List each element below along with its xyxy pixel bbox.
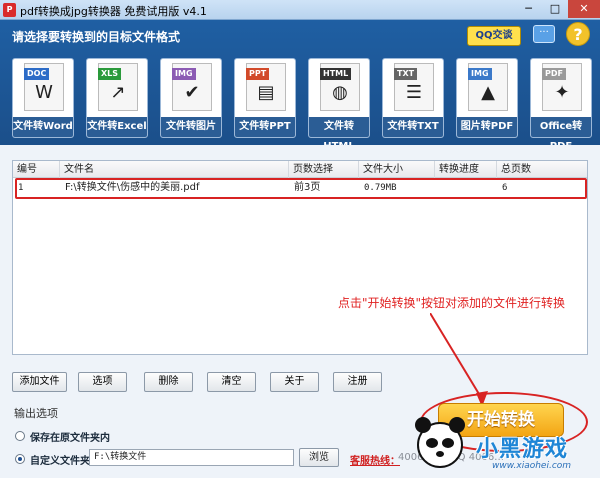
column-header[interactable]: 总页数	[497, 161, 587, 178]
row-highlight-box	[15, 178, 587, 199]
format-label: 文件转PPT	[235, 117, 295, 137]
html-globe-icon: HTML ◍	[320, 63, 360, 111]
radio-custom-folder[interactable]	[15, 454, 25, 464]
format-label: Office转PDF	[531, 117, 591, 152]
start-hint-annotation: 点击"开始转换"按钮对添加的文件进行转换	[338, 296, 566, 310]
options-button[interactable]: 选项	[78, 372, 127, 392]
format-tile-office-to-pdf[interactable]: PDF ✦ Office转PDF	[530, 58, 592, 152]
output-path-field[interactable]: F:\转换文件	[89, 449, 294, 466]
close-button[interactable]: ✕	[568, 0, 600, 18]
format-prompt: 请选择要转换到的目标文件格式	[12, 30, 181, 44]
format-tag: XLS	[98, 68, 122, 80]
minimize-button[interactable]: ─	[515, 0, 542, 18]
radio-original-label[interactable]: 保存在原文件夹内	[30, 429, 110, 444]
format-header: 请选择要转换到的目标文件格式 QQ交谈 ··· ? DOC W 文件转Word …	[0, 20, 600, 152]
format-label: 文件转HTML	[309, 117, 369, 152]
format-tile-image-to-pdf[interactable]: IMG ▲ 图片转PDF	[456, 58, 518, 138]
format-glyph: ✦	[554, 82, 570, 103]
format-glyph: ☰	[405, 82, 423, 103]
format-tag: TXT	[394, 68, 418, 80]
excel-chart-icon: XLS ↗	[98, 63, 138, 111]
format-tile-txt[interactable]: TXT ☰ 文件转TXT	[382, 58, 444, 138]
speech-bubble-icon[interactable]: ···	[533, 25, 555, 43]
format-tag: HTML	[320, 68, 352, 80]
format-tiles: DOC W 文件转Word XLS ↗ 文件转Excel IMG ✔ 文件转图片…	[12, 58, 592, 152]
format-label: 文件转TXT	[383, 117, 443, 137]
pdf-app-icon: P	[3, 3, 16, 17]
format-label: 图片转PDF	[457, 117, 517, 137]
column-header[interactable]: 页数选择	[289, 161, 359, 178]
txt-document-icon: TXT ☰	[394, 63, 434, 111]
format-glyph: ◍	[332, 82, 348, 103]
column-header[interactable]: 转换进度	[435, 161, 497, 178]
format-tile-html[interactable]: HTML ◍ 文件转HTML	[308, 58, 370, 152]
clear-button[interactable]: 清空	[207, 372, 256, 392]
qq-chat-button[interactable]: QQ交谈	[467, 26, 521, 46]
office-to-pdf-icon: PDF ✦	[542, 63, 582, 111]
word-doc-icon: DOC W	[24, 63, 64, 111]
format-glyph: ✔	[184, 82, 200, 103]
format-label: 文件转Excel	[87, 117, 147, 137]
image-to-pdf-icon: IMG ▲	[468, 63, 508, 111]
radio-original-folder[interactable]	[15, 431, 25, 441]
format-tag: IMG	[172, 68, 196, 80]
question-icon[interactable]: ?	[566, 22, 590, 46]
format-tile-word[interactable]: DOC W 文件转Word	[12, 58, 74, 138]
main-panel: 编号 文件名 页数选择 文件大小 转换进度 总页数 1 F:\转换文件\伤感中的…	[0, 145, 600, 478]
format-glyph: ▤	[257, 82, 275, 103]
table-header: 编号 文件名 页数选择 文件大小 转换进度 总页数	[13, 161, 587, 178]
brand-url: www.xiaohei.com	[492, 461, 572, 471]
column-header[interactable]: 编号	[13, 161, 60, 178]
column-header[interactable]: 文件名	[60, 161, 289, 178]
window-title: pdf转换成jpg转换器 免费试用版 v4.1	[20, 5, 207, 18]
format-tile-ppt[interactable]: PPT ▤ 文件转PPT	[234, 58, 296, 138]
add-file-button[interactable]: 添加文件	[12, 372, 67, 392]
format-glyph: ▲	[481, 82, 495, 103]
format-label: 文件转图片	[161, 117, 221, 137]
about-button[interactable]: 关于	[270, 372, 319, 392]
format-tile-excel[interactable]: XLS ↗ 文件转Excel	[86, 58, 148, 138]
panda-mascot-icon	[415, 417, 465, 468]
format-tag: IMG	[468, 68, 492, 80]
register-button[interactable]: 注册	[333, 372, 382, 392]
format-label: 文件转Word	[13, 117, 73, 137]
maximize-button[interactable]: □	[542, 0, 568, 18]
format-tag: PPT	[246, 68, 270, 80]
image-check-icon: IMG ✔	[172, 63, 212, 111]
hotline-link[interactable]: 客服热线：	[350, 452, 400, 467]
format-tile-image[interactable]: IMG ✔ 文件转图片	[160, 58, 222, 138]
ppt-slide-icon: PPT ▤	[246, 63, 286, 111]
output-options-title: 输出选项	[14, 407, 58, 420]
format-glyph: ↗	[110, 82, 126, 103]
column-header[interactable]: 文件大小	[359, 161, 435, 178]
format-glyph: W	[35, 82, 53, 103]
radio-custom-label[interactable]: 自定义文件夹	[30, 452, 90, 467]
brand-logo-text: 小黑游戏	[476, 437, 569, 462]
format-tag: PDF	[542, 68, 566, 80]
delete-button[interactable]: 删除	[144, 372, 193, 392]
browse-button[interactable]: 浏览	[299, 448, 339, 467]
title-bar: P pdf转换成jpg转换器 免费试用版 v4.1 ─ □ ✕	[0, 0, 600, 20]
format-tag: DOC	[24, 68, 50, 80]
